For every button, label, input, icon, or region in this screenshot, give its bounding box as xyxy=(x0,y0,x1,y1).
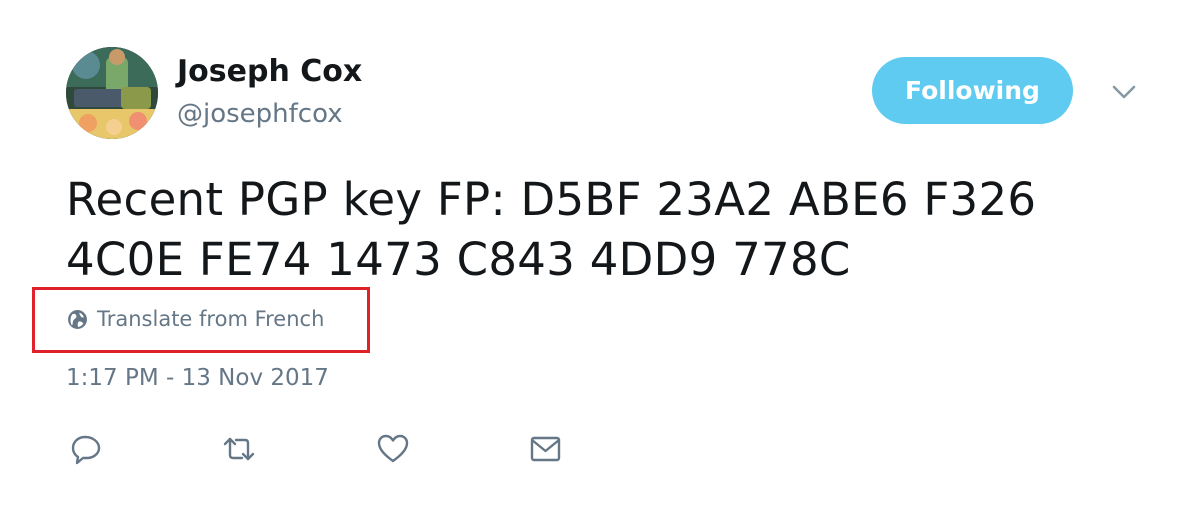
tweet-text: Recent PGP key FP: D5BF 23A2 ABE6 F326 4… xyxy=(66,170,1146,290)
direct-message-icon xyxy=(530,436,561,462)
translate-label: Translate from French xyxy=(97,307,325,331)
retweet-button[interactable] xyxy=(222,432,256,466)
direct-message-button[interactable] xyxy=(529,432,563,466)
reply-button[interactable] xyxy=(70,432,104,466)
like-button[interactable] xyxy=(376,432,410,466)
author-handle[interactable]: @josephfcox xyxy=(177,98,343,130)
retweet-icon xyxy=(223,437,255,461)
globe-icon xyxy=(68,309,87,329)
tweet-card: Joseph Cox @josephfcox Following Recent … xyxy=(0,0,1200,511)
tweet-text-line: 4C0E FE74 1473 C843 4DD9 778C xyxy=(66,233,851,286)
following-button[interactable]: Following xyxy=(872,57,1073,124)
chevron-down-icon xyxy=(1112,85,1136,99)
avatar[interactable] xyxy=(66,47,158,139)
author-display-name[interactable]: Joseph Cox xyxy=(177,54,362,90)
avatar-image xyxy=(66,47,158,139)
tweet-timestamp[interactable]: 1:17 PM - 13 Nov 2017 xyxy=(66,365,329,391)
like-icon xyxy=(377,434,409,463)
tweet-text-line: Recent PGP key FP: D5BF 23A2 ABE6 F326 xyxy=(66,173,1037,226)
translate-link[interactable]: Translate from French xyxy=(67,307,324,331)
tweet-menu-button[interactable] xyxy=(1108,80,1140,104)
reply-icon xyxy=(71,435,101,465)
